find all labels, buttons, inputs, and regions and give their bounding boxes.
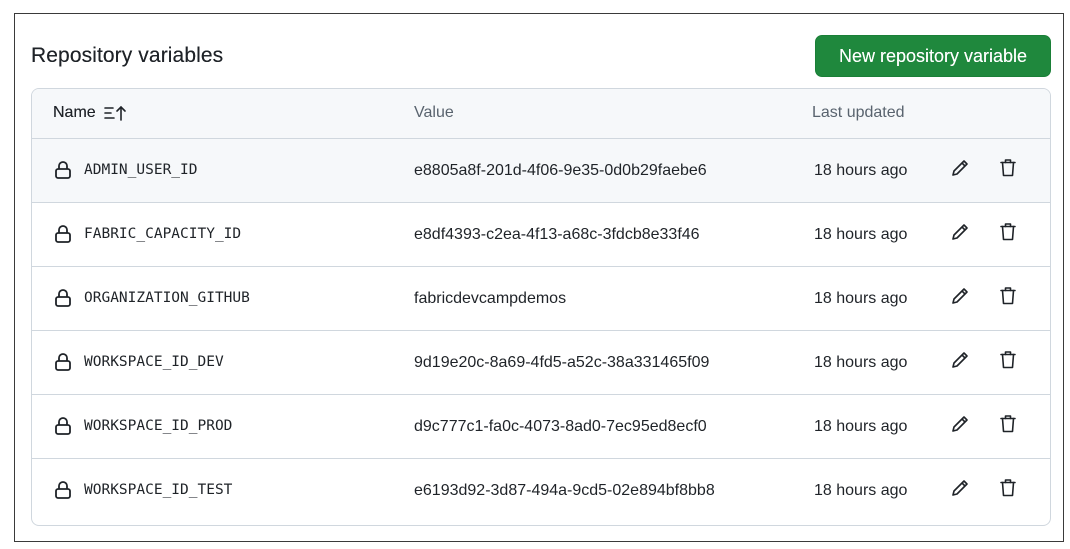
column-header-last-updated: Last updated [812, 104, 905, 121]
column-header-value: Value [414, 104, 454, 121]
lock-icon [54, 352, 72, 372]
edit-variable-button[interactable] [947, 477, 973, 503]
trash-icon [999, 478, 1017, 503]
variable-value: e6193d92-3d87-494a-9cd5-02e894bf8bb8 [414, 482, 715, 499]
column-header-name[interactable]: Name [53, 104, 128, 122]
delete-variable-button[interactable] [995, 157, 1021, 183]
variable-last-updated: 18 hours ago [814, 418, 908, 435]
edit-variable-button[interactable] [947, 285, 973, 311]
edit-variable-button[interactable] [947, 413, 973, 439]
trash-icon [999, 414, 1017, 439]
pencil-icon [950, 478, 970, 503]
variable-value: 9d19e20c-8a69-4fd5-a52c-38a331465f09 [414, 354, 710, 371]
delete-variable-button[interactable] [995, 285, 1021, 311]
table-header: Name Value Last updated [32, 89, 1050, 139]
lock-icon [54, 288, 72, 308]
variable-name: FABRIC_CAPACITY_ID [84, 226, 242, 242]
trash-icon [999, 158, 1017, 183]
column-name-label: Name [53, 104, 96, 121]
edit-variable-button[interactable] [947, 157, 973, 183]
sort-ascending-icon [103, 105, 126, 121]
variable-last-updated: 18 hours ago [814, 482, 908, 499]
trash-icon [999, 286, 1017, 311]
table-row: ADMIN_USER_ID e8805a8f-201d-4f06-9e35-0d0… [32, 139, 1050, 203]
trash-icon [999, 350, 1017, 375]
table-row: WORKSPACE_ID_PROD d9c777c1-fa0c-4073-8ad0… [32, 395, 1050, 459]
delete-variable-button[interactable] [995, 413, 1021, 439]
repository-variables-panel: Repository variables New repository vari… [14, 13, 1064, 542]
variable-name: ORGANIZATION_GITHUB [84, 290, 250, 306]
variable-value: e8df4393-c2ea-4f13-a68c-3fdcb8e33f46 [414, 226, 700, 243]
variable-name: ADMIN_USER_ID [84, 162, 198, 178]
delete-variable-button[interactable] [995, 349, 1021, 375]
page-title: Repository variables [31, 44, 224, 67]
pencil-icon [950, 350, 970, 375]
lock-icon [54, 160, 72, 180]
edit-variable-button[interactable] [947, 221, 973, 247]
edit-variable-button[interactable] [947, 349, 973, 375]
variables-table: Name Value Last updated ADMIN_USER_ID e88… [31, 88, 1051, 526]
delete-variable-button[interactable] [995, 477, 1021, 503]
lock-icon [54, 224, 72, 244]
variable-last-updated: 18 hours ago [814, 354, 908, 371]
variable-name: WORKSPACE_ID_PROD [84, 418, 233, 434]
pencil-icon [950, 158, 970, 183]
delete-variable-button[interactable] [995, 221, 1021, 247]
table-row: ORGANIZATION_GITHUB fabricdevcampdemos 18 … [32, 267, 1050, 331]
table-row: WORKSPACE_ID_DEV 9d19e20c-8a69-4fd5-a52c-… [32, 331, 1050, 395]
variable-value: e8805a8f-201d-4f06-9e35-0d0b29faebe6 [414, 162, 707, 179]
pencil-icon [950, 286, 970, 311]
variable-value: fabricdevcampdemos [414, 290, 567, 307]
variable-last-updated: 18 hours ago [814, 162, 908, 179]
variable-last-updated: 18 hours ago [814, 226, 908, 243]
new-repository-variable-button[interactable]: New repository variable [815, 35, 1051, 77]
table-row: FABRIC_CAPACITY_ID e8df4393-c2ea-4f13-a68… [32, 203, 1050, 267]
pencil-icon [950, 414, 970, 439]
trash-icon [999, 222, 1017, 247]
pencil-icon [950, 222, 970, 247]
variable-last-updated: 18 hours ago [814, 290, 908, 307]
variable-name: WORKSPACE_ID_TEST [84, 482, 233, 498]
variable-name: WORKSPACE_ID_DEV [84, 354, 224, 370]
lock-icon [54, 480, 72, 500]
lock-icon [54, 416, 72, 436]
table-row: WORKSPACE_ID_TEST e6193d92-3d87-494a-9cd5… [32, 459, 1050, 523]
variable-value: d9c777c1-fa0c-4073-8ad0-7ec95ed8ecf0 [414, 418, 707, 435]
